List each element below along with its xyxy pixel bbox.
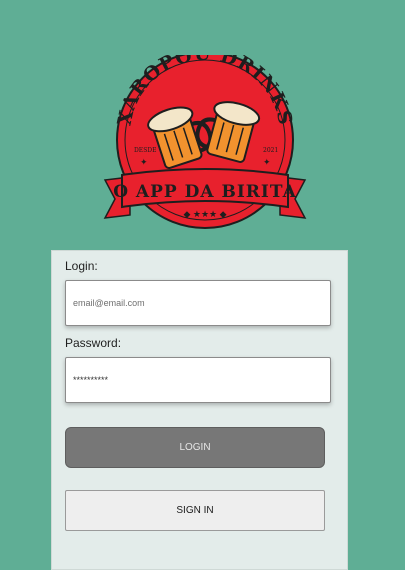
password-label: Password: [65, 336, 122, 350]
app-logo: XAROPOU DRINKS DESDE 2021 ✦ ✦ O APP [100, 55, 310, 235]
email-field[interactable] [65, 280, 331, 326]
svg-text:✦: ✦ [263, 157, 271, 167]
password-field[interactable] [65, 357, 331, 403]
xaropou-drinks-logo-icon: XAROPOU DRINKS DESDE 2021 ✦ ✦ O APP [103, 55, 307, 229]
login-label: Login: [65, 259, 98, 273]
sign-in-button[interactable]: SIGN IN [65, 490, 325, 531]
login-card: Login: Password: LOGIN SIGN IN [51, 250, 348, 570]
login-button[interactable]: LOGIN [65, 427, 325, 468]
svg-text:◆ ★★★ ◆: ◆ ★★★ ◆ [183, 209, 226, 219]
svg-text:DESDE: DESDE [134, 147, 157, 154]
svg-text:O APP DA BIRITA: O APP DA BIRITA [113, 182, 297, 202]
svg-text:2021: 2021 [263, 147, 278, 154]
svg-text:✦: ✦ [140, 157, 148, 167]
